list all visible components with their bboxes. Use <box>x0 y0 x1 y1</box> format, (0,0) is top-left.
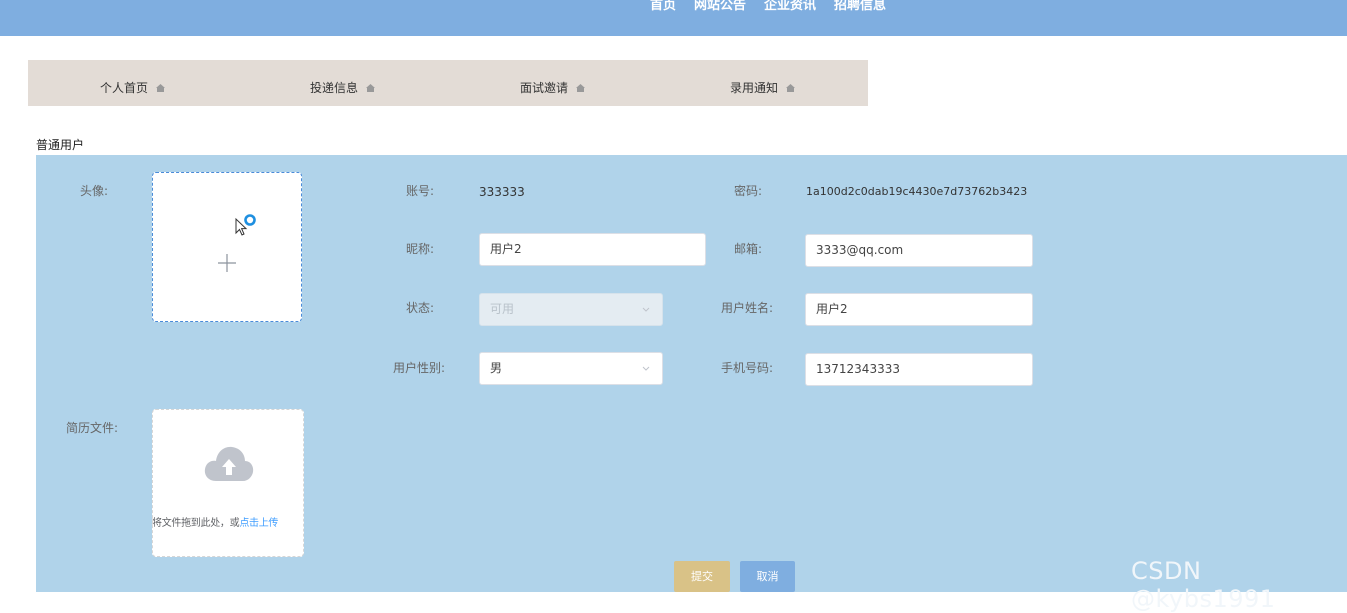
home-icon <box>576 84 586 92</box>
cloud-upload-icon <box>204 446 254 481</box>
password-value: 1a100d2c0dab19c4430e7d73762b3423 <box>806 185 1028 198</box>
tab-offer-notices[interactable]: 录用通知 <box>730 60 796 106</box>
tab-personal-home[interactable]: 个人首页 <box>100 60 166 106</box>
profile-form-panel: 头像: 账号: 333333 密码: 1a100d2c0dab19c4430e7… <box>36 155 1347 592</box>
account-value: 333333 <box>479 185 525 199</box>
submit-button[interactable]: 提交 <box>674 561 730 592</box>
avatar-uploader[interactable] <box>152 172 302 322</box>
gender-select[interactable]: 男 <box>479 352 663 385</box>
resume-hint: 将文件拖到此处，或点击上传 <box>152 514 304 529</box>
tab-label: 面试邀请 <box>520 81 569 95</box>
plus-icon <box>218 254 236 272</box>
status-select-value: 可用 <box>490 302 515 316</box>
tab-label: 投递信息 <box>310 81 359 95</box>
tab-label: 个人首页 <box>100 81 149 95</box>
resume-label: 简历文件: <box>66 421 119 435</box>
watermark: CSDN @kybs1991 <box>1131 557 1276 613</box>
nav-company-news[interactable]: 企业资讯 <box>764 0 816 13</box>
chevron-down-icon <box>642 307 650 312</box>
tab-interview-invites[interactable]: 面试邀请 <box>520 60 586 106</box>
section-title: 普通用户 <box>36 138 85 152</box>
email-label: 邮箱: <box>734 242 763 256</box>
nickname-input[interactable]: 用户2 <box>479 233 706 266</box>
nav-announcements[interactable]: 网站公告 <box>694 0 746 13</box>
resume-dropzone[interactable]: 将文件拖到此处，或点击上传 <box>152 409 304 557</box>
account-label: 账号: <box>406 184 435 198</box>
cursor-pointer-icon <box>235 214 256 236</box>
resume-hint-text: 将文件拖到此处，或 <box>152 518 240 529</box>
avatar-label: 头像: <box>80 184 109 198</box>
realname-label: 用户姓名: <box>721 301 774 315</box>
nickname-label: 昵称: <box>406 242 435 256</box>
tab-label: 录用通知 <box>730 81 779 95</box>
gender-label: 用户性别: <box>393 361 446 375</box>
realname-input[interactable]: 用户2 <box>805 293 1033 326</box>
resume-upload-link[interactable]: 点击上传 <box>239 518 278 529</box>
tab-applications[interactable]: 投递信息 <box>310 60 376 106</box>
nav-home[interactable]: 首页 <box>650 0 676 13</box>
top-navbar: 首页 网站公告 企业资讯 招聘信息 <box>0 0 1347 36</box>
nav-jobs[interactable]: 招聘信息 <box>834 0 886 13</box>
phone-input[interactable]: 13712343333 <box>805 353 1033 386</box>
cancel-button[interactable]: 取消 <box>740 561 795 592</box>
chevron-down-icon <box>642 366 650 371</box>
home-icon <box>366 84 376 92</box>
email-input[interactable]: 3333@qq.com <box>805 234 1033 267</box>
user-center-tabbar: 个人首页 投递信息 面试邀请 录用通知 <box>28 60 868 106</box>
home-icon <box>786 84 796 92</box>
home-icon <box>156 84 166 92</box>
status-label: 状态: <box>406 301 435 315</box>
gender-select-value: 男 <box>490 361 503 375</box>
top-nav-menu: 首页 网站公告 企业资讯 招聘信息 <box>650 0 886 13</box>
password-label: 密码: <box>734 184 763 198</box>
phone-label: 手机号码: <box>721 361 774 375</box>
status-select: 可用 <box>479 293 663 326</box>
